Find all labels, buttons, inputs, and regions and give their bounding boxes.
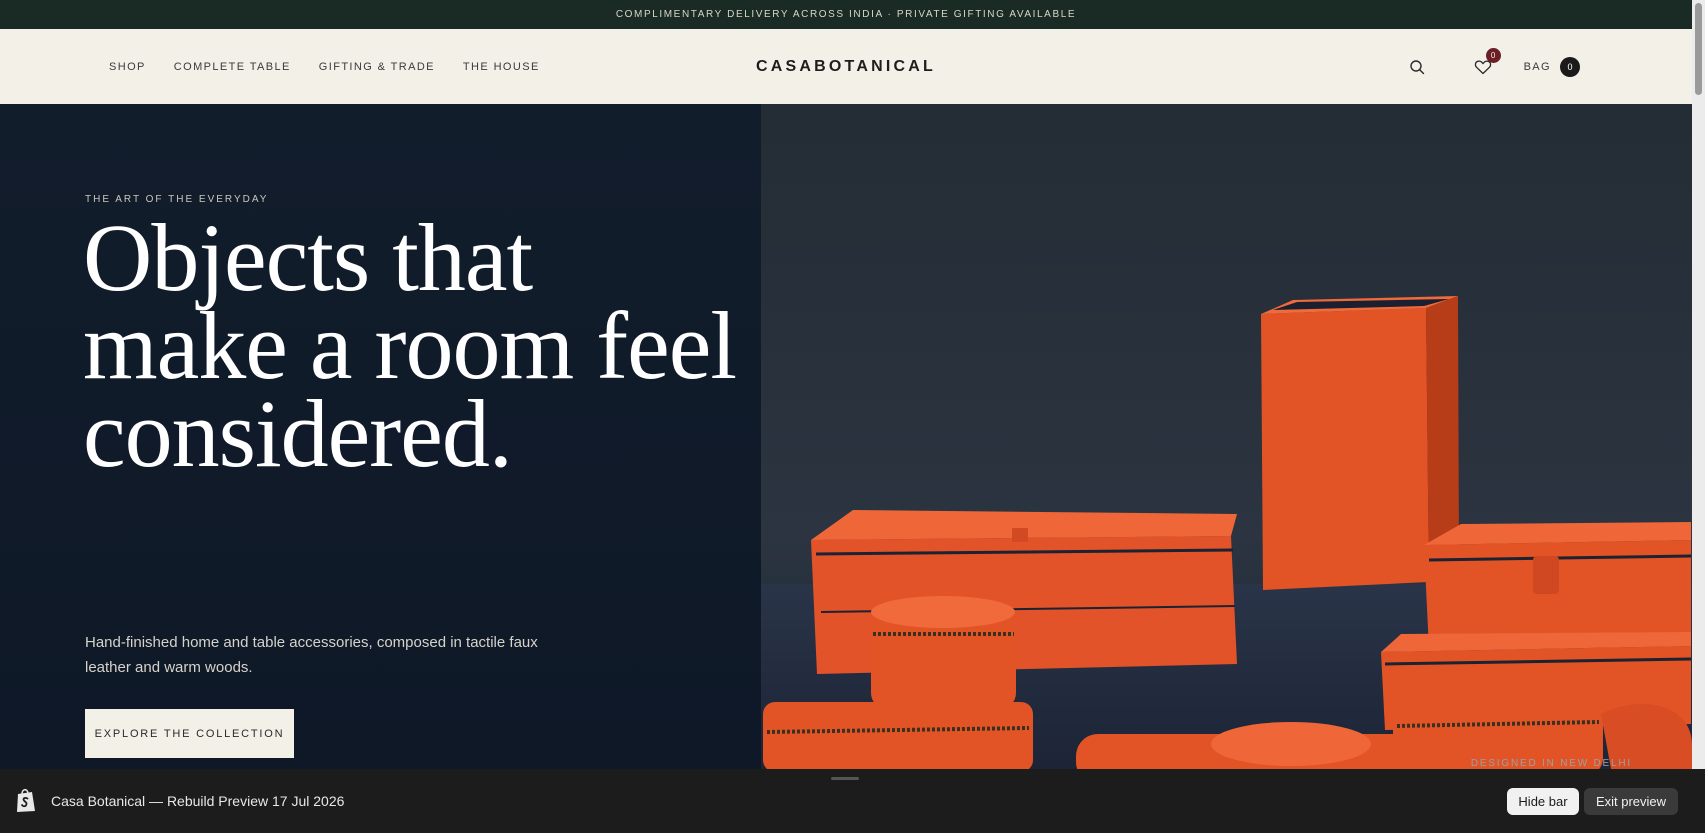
shopify-bag-icon	[17, 788, 35, 812]
bag-count-badge: 0	[1560, 56, 1580, 77]
header-actions: 0 BAG 0	[1406, 29, 1580, 104]
wishlist-button[interactable]: 0	[1472, 47, 1501, 78]
hero-subcopy: Hand-finished home and table accessories…	[85, 634, 538, 676]
search-button[interactable]	[1406, 56, 1428, 78]
nav-shop[interactable]: SHOP	[109, 61, 146, 73]
nav-complete-table[interactable]: COMPLETE TABLE	[174, 61, 291, 73]
hero-product-image: DESIGNED IN NEW DELHI	[761, 104, 1692, 769]
preview-bar: Casa Botanical — Rebuild Preview 17 Jul …	[0, 769, 1705, 833]
hero-text-panel: THE ART OF THE EVERYDAY Objects that mak…	[0, 104, 761, 769]
nav-gifting-trade[interactable]: GIFTING & TRADE	[319, 61, 435, 73]
announcement-bar: COMPLIMENTARY DELIVERY ACROSS INDIA · PR…	[0, 0, 1692, 29]
nav-the-house[interactable]: THE HOUSE	[463, 61, 540, 73]
exit-preview-button[interactable]: Exit preview	[1584, 788, 1678, 815]
image-caption: DESIGNED IN NEW DELHI	[1470, 758, 1632, 769]
preview-title: Casa Botanical — Rebuild Preview 17 Jul …	[51, 793, 345, 809]
bag-label: BAG	[1523, 60, 1551, 73]
site-header: SHOP COMPLETE TABLE GIFTING & TRADE THE …	[0, 29, 1692, 104]
page-scrollbar[interactable]	[1692, 0, 1705, 769]
announcement-text: COMPLIMENTARY DELIVERY ACROSS INDIA · PR…	[615, 9, 1077, 20]
scrollbar-thumb[interactable]	[1695, 3, 1702, 95]
hide-bar-button[interactable]: Hide bar	[1507, 788, 1579, 815]
hero-headline: Objects that make a room feel considered…	[83, 204, 737, 487]
preview-bar-handle[interactable]	[831, 777, 859, 780]
explore-collection-button[interactable]: EXPLORE THE COLLECTION	[85, 709, 294, 758]
wishlist-count-badge: 0	[1485, 47, 1501, 63]
leather-boxes-illustration	[761, 104, 1692, 769]
bag-button[interactable]: BAG 0	[1523, 56, 1580, 77]
search-icon	[1409, 59, 1424, 74]
main-nav: SHOP COMPLETE TABLE GIFTING & TRADE THE …	[109, 29, 540, 104]
